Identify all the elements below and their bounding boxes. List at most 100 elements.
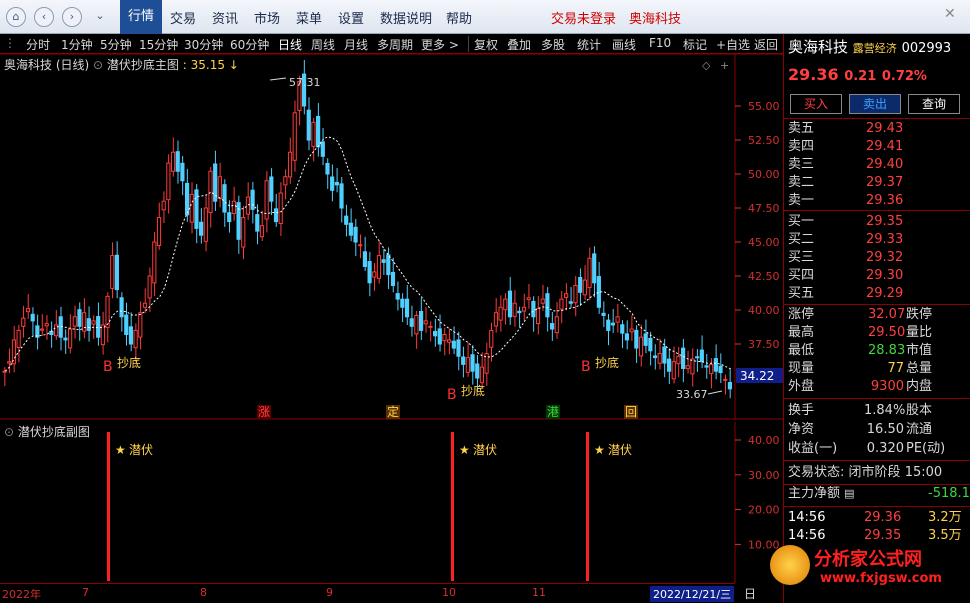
list-icon[interactable]: ▤: [844, 487, 854, 500]
candle-body: [30, 313, 35, 322]
menu-item-market[interactable]: 行情: [120, 0, 163, 34]
candle-body: [713, 358, 718, 372]
tool-restore-rights[interactable]: 复权: [474, 36, 498, 53]
stock-tag[interactable]: 露营经济: [853, 42, 897, 55]
bid-price[interactable]: 29.30: [866, 267, 903, 285]
bid-label: 买一: [788, 214, 815, 229]
candle-body: [690, 358, 695, 375]
date-label: 8: [200, 586, 207, 599]
bid-price[interactable]: 29.35: [866, 213, 903, 231]
collapse-icon[interactable]: ⌄: [90, 7, 110, 27]
back-icon[interactable]: ‹: [34, 7, 54, 27]
home-icon[interactable]: ⌂: [6, 7, 26, 27]
stat-label: 外盘: [788, 379, 815, 394]
indicator-name[interactable]: 潜伏抄底主图: [107, 58, 179, 72]
menu-item-settings[interactable]: 设置: [338, 8, 364, 27]
latent-signal-star: ★: [594, 443, 605, 457]
plus-icon[interactable]: +: [720, 59, 729, 72]
bid-row: 买五 29.29: [788, 285, 903, 303]
toolbar-handle-icon: ⋮: [4, 36, 16, 50]
last-price: 29.36: [788, 65, 839, 84]
period-1min[interactable]: 1分钟: [61, 36, 93, 53]
tool-statistics[interactable]: 统计: [577, 36, 601, 53]
login-status-link[interactable]: 交易未登录: [551, 8, 616, 27]
tool-mark[interactable]: 标记: [683, 36, 707, 53]
tool-draw-line[interactable]: 画线: [612, 36, 636, 53]
menu-item-news[interactable]: 资讯: [212, 8, 238, 27]
ask-price[interactable]: 29.37: [866, 174, 903, 192]
stat-value: 32.07: [868, 307, 906, 322]
bid-label: 买三: [788, 250, 815, 265]
ask-price[interactable]: 29.43: [866, 120, 903, 138]
period-60min[interactable]: 60分钟: [230, 36, 269, 53]
bid-row: 买二 29.33: [788, 231, 903, 249]
period-tick[interactable]: 分时: [26, 36, 50, 53]
query-button[interactable]: 查询: [908, 94, 960, 114]
extra-label: 收益(一): [788, 441, 838, 456]
candle-body: [278, 192, 283, 224]
diamond-icon[interactable]: ◇: [702, 59, 711, 72]
stat-label: 内盘: [906, 379, 933, 394]
candle-body: [634, 329, 639, 349]
candle-body: [287, 151, 293, 178]
menu-item-trade[interactable]: 交易: [170, 8, 196, 27]
dropdown-icon[interactable]: ⊙: [4, 425, 14, 439]
candle-body: [203, 207, 208, 242]
trade-status-row: 交易状态: 闭市阶段 15:00: [788, 464, 942, 482]
ask-price[interactable]: 29.41: [866, 138, 903, 156]
tool-add-watchlist[interactable]: +自选: [716, 36, 750, 53]
dropdown-icon[interactable]: ⊙: [93, 58, 103, 72]
period-toolbar: ⋮ 分时 1分钟 5分钟 15分钟 30分钟 60分钟 日线 周线 月线 多周期…: [0, 34, 783, 54]
candle-body: [63, 337, 68, 341]
ask-price[interactable]: 29.40: [866, 156, 903, 174]
forward-icon[interactable]: ›: [62, 7, 82, 27]
event-marker: 回: [625, 405, 637, 419]
period-multi[interactable]: 多周期: [377, 36, 413, 53]
candle-body: [559, 298, 564, 310]
stat-label: 涨停: [788, 307, 815, 322]
candle-body: [652, 355, 658, 359]
bid-price[interactable]: 29.32: [866, 249, 903, 267]
sub-indicator-chart[interactable]: 40.0030.0020.0010.00 ★ 潜伏 ★ 潜伏 ★ 潜伏: [0, 422, 783, 583]
candle-body: [615, 316, 620, 323]
candle-body: [671, 361, 676, 380]
tool-back[interactable]: 返回: [754, 36, 778, 53]
bid-price[interactable]: 29.29: [866, 285, 903, 303]
menu-item-markets[interactable]: 市场: [254, 8, 280, 27]
period-daily[interactable]: 日线: [278, 36, 302, 53]
stat-label: 总量: [906, 361, 933, 376]
tool-f10[interactable]: F10: [649, 36, 671, 50]
bid-price[interactable]: 29.33: [866, 231, 903, 249]
candle-body: [362, 251, 368, 267]
period-30min[interactable]: 30分钟: [184, 36, 223, 53]
period-5min[interactable]: 5分钟: [100, 36, 132, 53]
period-15min[interactable]: 15分钟: [139, 36, 178, 53]
ask-label: 卖一: [788, 193, 815, 208]
candle-body: [7, 361, 12, 364]
sell-button[interactable]: 卖出: [849, 94, 901, 114]
tool-overlay[interactable]: 叠加: [507, 36, 531, 53]
menu-item-help[interactable]: 帮助: [446, 8, 472, 27]
menu-item-menu[interactable]: 菜单: [296, 8, 322, 27]
period-more[interactable]: 更多 >: [421, 36, 459, 53]
menu-item-data-info[interactable]: 数据说明: [380, 8, 432, 27]
tool-multi-stock[interactable]: 多股: [541, 36, 565, 53]
extra-value: 1.84%: [864, 403, 906, 418]
candle-body: [578, 276, 583, 293]
ask-label: 卖四: [788, 139, 815, 154]
ask-label: 卖五: [788, 121, 815, 136]
period-weekly[interactable]: 周线: [311, 36, 335, 53]
current-date-label: 2022/12/21/三: [650, 586, 735, 602]
y-tick-label: 55.00: [748, 100, 780, 113]
stock-tab-link[interactable]: 奥海科技: [629, 8, 681, 27]
kline-chart[interactable]: 55.00 52.50 50.00 47.50 45.00 42.50 40.00 37.50…: [0, 54, 783, 420]
sub-indicator-name[interactable]: 潜伏抄底副图: [18, 425, 90, 439]
close-icon[interactable]: ✕: [944, 6, 960, 22]
candle-body: [447, 339, 452, 343]
low-price-label: 33.67: [676, 388, 708, 401]
sub-tick-label: 20.00: [748, 504, 780, 517]
ask-price[interactable]: 29.36: [866, 192, 903, 210]
net-flow-value: -518.1: [928, 486, 970, 501]
buy-button[interactable]: 买入: [790, 94, 842, 114]
period-monthly[interactable]: 月线: [344, 36, 368, 53]
